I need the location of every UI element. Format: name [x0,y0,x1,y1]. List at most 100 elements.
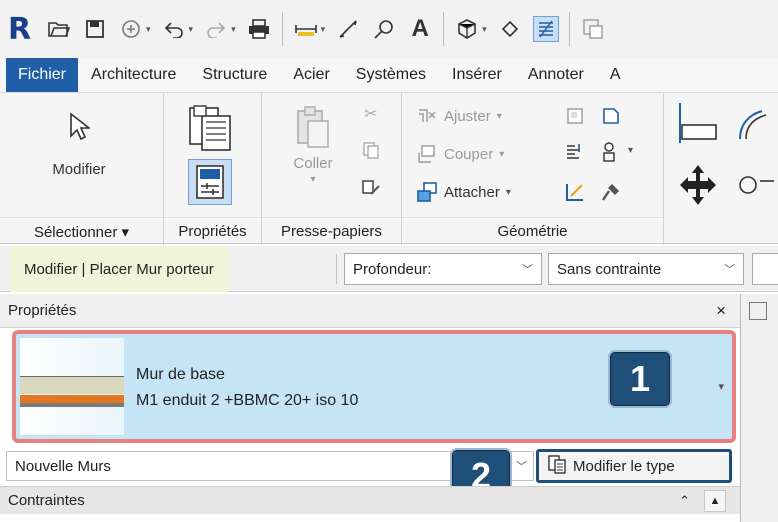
tab-annotate[interactable]: Annoter [515,58,597,92]
panel-clipboard: Coller ▾ ✂ Presse-papiers [262,93,402,245]
wall-type-preview [20,338,124,435]
attach-button[interactable]: Attacher ▾ [416,181,511,203]
paint-icon[interactable] [600,105,622,127]
match-type-icon[interactable] [360,177,382,199]
close-icon[interactable]: × [716,301,726,321]
panel-clipboard-label: Presse-papiers [262,217,401,245]
print-icon[interactable] [246,16,272,42]
tab-steel[interactable]: Acier [280,58,342,92]
height-field[interactable] [752,253,778,285]
collapse-icon[interactable]: ⌃ [679,493,690,509]
revit-logo[interactable]: R [8,12,36,47]
type-properties-icon[interactable] [186,103,234,153]
chevron-down-icon[interactable]: ▾ [499,149,504,160]
panel-select: Modifier Sélectionner ▾ [0,93,164,245]
chevron-down-icon[interactable]: ▾ [231,24,236,35]
toolbar-separator [443,12,445,46]
join-icon [416,105,438,127]
wall-profile-icon[interactable] [600,141,622,163]
depth-select[interactable]: Profondeur: ﹀ [344,253,542,285]
properties-palette-header: Propriétés × [0,294,740,328]
properties-title: Propriétés [8,302,77,319]
cut-geometry-button[interactable]: Couper ▾ [416,143,504,165]
cut-icon[interactable]: ✂ [360,103,382,125]
join-geometry-button[interactable]: Ajuster ▾ [416,105,502,127]
cut-label: Couper [444,145,494,163]
project-browser-strip [740,294,778,522]
chevron-down-icon[interactable]: ▾ [189,24,194,35]
demolish-icon[interactable] [600,181,622,203]
panel-geometry: Ajuster ▾ Couper ▾ Attacher ▾ ▾ Géométri… [402,93,664,245]
tab-analyze[interactable]: A [597,58,634,92]
tab-systems[interactable]: Systèmes [343,58,439,92]
align-icon[interactable] [676,101,720,145]
chevron-down-icon[interactable]: ▾ [321,24,326,35]
3d-view-icon[interactable] [454,16,480,42]
save-icon[interactable] [82,16,108,42]
aligned-dimension-icon[interactable] [335,16,361,42]
move-icon[interactable] [676,163,720,207]
split-face-icon[interactable] [564,141,586,163]
text-icon[interactable]: A [407,15,433,42]
panel-select-label[interactable]: Sélectionner ▾ [0,217,163,245]
view-icon[interactable] [749,302,767,320]
instance-row: Nouvelle Murs ﹀ Modifier le type [0,449,740,483]
chevron-down-icon[interactable]: ▾ [718,380,724,393]
edit-type-label: Modifier le type [573,457,675,475]
panel-modify [664,93,778,245]
type-name: M1 enduit 2 +BBMC 20+ iso 10 [136,392,359,409]
section-icon[interactable] [497,16,523,42]
ribbon-tabs: Fichier Architecture Structure Acier Sys… [0,58,778,92]
tab-file[interactable]: Fichier [6,58,79,92]
redo-icon[interactable] [203,16,229,42]
type-family-name: Mur de base [136,366,225,383]
chevron-down-icon[interactable]: ▾ [497,111,502,122]
copy-icon[interactable] [360,139,382,161]
quick-access-toolbar: R ▾ ▾ ▾ ▾ A ▾ [0,0,778,58]
constraints-section-header[interactable]: Contraintes ⌃ ▲ [0,486,740,514]
measure-icon[interactable] [293,16,319,42]
options-separator [336,254,337,284]
edit-type-button[interactable]: Modifier le type [536,449,732,483]
join-label: Ajuster [444,107,491,125]
chevron-down-icon[interactable]: ▾ [146,24,151,35]
edit-type-icon [547,454,567,478]
thin-lines-icon[interactable] [532,16,559,42]
scroll-up-icon[interactable]: ▲ [704,490,726,512]
open-icon[interactable] [46,16,72,42]
chevron-down-icon[interactable]: ▾ [506,187,511,198]
sync-icon[interactable] [118,16,144,42]
linework-icon[interactable] [564,181,586,203]
tag-icon[interactable] [371,16,397,42]
chevron-down-icon: ﹀ [516,461,527,473]
attach-label: Attacher [444,183,500,201]
chevron-down-icon[interactable]: ▾ [482,24,487,35]
wall-joins-icon[interactable] [564,105,586,127]
depth-value: Profondeur: [353,260,432,278]
modify-button[interactable]: Modifier [34,107,124,178]
constraint-select[interactable]: Sans contrainte ﹀ [548,253,744,285]
paste-button[interactable]: Coller ▾ [278,103,348,185]
tab-structure[interactable]: Structure [189,58,280,92]
properties-icon[interactable] [188,159,232,205]
offset-icon[interactable] [736,103,776,143]
context-label: Modifier | Placer Mur porteur [10,246,228,292]
section-title: Contraintes [8,492,85,509]
tab-insert[interactable]: Insérer [439,58,515,92]
paste-icon [293,103,333,151]
paste-label: Coller [293,155,333,172]
attach-icon [416,181,438,203]
wall-layer-finish [20,403,124,407]
instance-filter-value: Nouvelle Murs [15,457,111,475]
chevron-down-icon[interactable]: ▾ [628,145,633,156]
wall-layer-core [20,376,124,394]
panel-properties: Propriétés [164,93,262,245]
options-bar: Modifier | Placer Mur porteur Profondeur… [0,246,778,292]
rotate-icon[interactable] [736,165,776,205]
undo-icon[interactable] [161,16,187,42]
tab-architecture[interactable]: Architecture [78,58,189,92]
cut-geometry-icon [416,143,438,165]
close-hidden-icon[interactable] [580,16,606,42]
chevron-down-icon[interactable]: ▾ [310,174,315,185]
wall-layer-insulation [20,395,124,403]
